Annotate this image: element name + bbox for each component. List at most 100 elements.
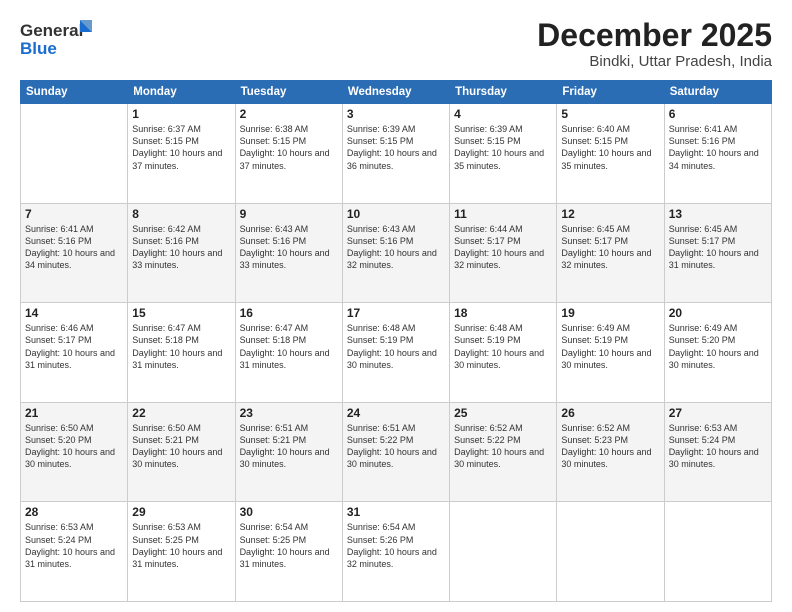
cell-info: Sunrise: 6:53 AMSunset: 5:25 PMDaylight:… (132, 521, 230, 570)
day-number: 12 (561, 207, 659, 221)
calendar-cell: 22 Sunrise: 6:50 AMSunset: 5:21 PMDayligh… (128, 402, 235, 502)
location-subtitle: Bindki, Uttar Pradesh, India (537, 53, 772, 70)
logo: GeneralBlue (20, 18, 100, 60)
cell-info: Sunrise: 6:37 AMSunset: 5:15 PMDaylight:… (132, 123, 230, 172)
col-tuesday: Tuesday (235, 81, 342, 104)
day-number: 19 (561, 306, 659, 320)
svg-text:Blue: Blue (20, 39, 57, 58)
cell-info: Sunrise: 6:49 AMSunset: 5:20 PMDaylight:… (669, 322, 767, 371)
header: GeneralBlue December 2025 Bindki, Uttar … (20, 18, 772, 70)
calendar-week-row: 7Sunrise: 6:41 AMSunset: 5:16 PMDaylight… (21, 203, 772, 303)
calendar-cell: 26 Sunrise: 6:52 AMSunset: 5:23 PMDayligh… (557, 402, 664, 502)
calendar-cell: 16Sunrise: 6:47 AMSunset: 5:18 PMDayligh… (235, 303, 342, 403)
cell-info: Sunrise: 6:50 AMSunset: 5:20 PMDaylight:… (25, 422, 123, 471)
calendar-week-row: 14 Sunrise: 6:46 AMSunset: 5:17 PMDayligh… (21, 303, 772, 403)
calendar-cell: 1 Sunrise: 6:37 AMSunset: 5:15 PMDaylight… (128, 104, 235, 204)
calendar-cell (664, 502, 771, 602)
day-number: 6 (669, 107, 767, 121)
day-number: 4 (454, 107, 552, 121)
day-number: 9 (240, 207, 338, 221)
cell-info: Sunrise: 6:48 AMSunset: 5:19 PMDaylight:… (454, 322, 552, 371)
day-number: 28 (25, 505, 123, 519)
day-number: 18 (454, 306, 552, 320)
calendar-cell: 11 Sunrise: 6:44 AMSunset: 5:17 PMDayligh… (450, 203, 557, 303)
logo-svg: GeneralBlue (20, 18, 100, 60)
col-sunday: Sunday (21, 81, 128, 104)
cell-info: Sunrise: 6:43 AMSunset: 5:16 PMDaylight:… (347, 223, 445, 272)
day-number: 24 (347, 406, 445, 420)
cell-info: Sunrise: 6:41 AMSunset: 5:16 PMDaylight:… (669, 123, 767, 172)
calendar-cell: 21Sunrise: 6:50 AMSunset: 5:20 PMDayligh… (21, 402, 128, 502)
day-number: 17 (347, 306, 445, 320)
calendar-cell: 23 Sunrise: 6:51 AMSunset: 5:21 PMDayligh… (235, 402, 342, 502)
day-number: 11 (454, 207, 552, 221)
day-number: 13 (669, 207, 767, 221)
day-number: 15 (132, 306, 230, 320)
day-number: 2 (240, 107, 338, 121)
calendar-week-row: 1 Sunrise: 6:37 AMSunset: 5:15 PMDaylight… (21, 104, 772, 204)
cell-info: Sunrise: 6:45 AMSunset: 5:17 PMDaylight:… (669, 223, 767, 272)
cell-info: Sunrise: 6:50 AMSunset: 5:21 PMDaylight:… (132, 422, 230, 471)
calendar-week-row: 28 Sunrise: 6:53 AMSunset: 5:24 PMDayligh… (21, 502, 772, 602)
month-title: December 2025 (537, 18, 772, 53)
cell-info: Sunrise: 6:54 AMSunset: 5:25 PMDaylight:… (240, 521, 338, 570)
col-monday: Monday (128, 81, 235, 104)
cell-info: Sunrise: 6:39 AMSunset: 5:15 PMDaylight:… (347, 123, 445, 172)
calendar-cell: 8Sunrise: 6:42 AMSunset: 5:16 PMDaylight… (128, 203, 235, 303)
title-block: December 2025 Bindki, Uttar Pradesh, Ind… (537, 18, 772, 70)
day-number: 22 (132, 406, 230, 420)
calendar-cell: 25 Sunrise: 6:52 AMSunset: 5:22 PMDayligh… (450, 402, 557, 502)
cell-info: Sunrise: 6:45 AMSunset: 5:17 PMDaylight:… (561, 223, 659, 272)
day-number: 26 (561, 406, 659, 420)
calendar-cell: 6 Sunrise: 6:41 AMSunset: 5:16 PMDaylight… (664, 104, 771, 204)
day-number: 31 (347, 505, 445, 519)
cell-info: Sunrise: 6:52 AMSunset: 5:22 PMDaylight:… (454, 422, 552, 471)
calendar-cell: 29Sunrise: 6:53 AMSunset: 5:25 PMDayligh… (128, 502, 235, 602)
calendar-cell: 7Sunrise: 6:41 AMSunset: 5:16 PMDaylight… (21, 203, 128, 303)
cell-info: Sunrise: 6:51 AMSunset: 5:21 PMDaylight:… (240, 422, 338, 471)
calendar-cell (557, 502, 664, 602)
calendar-cell: 3 Sunrise: 6:39 AMSunset: 5:15 PMDaylight… (342, 104, 449, 204)
cell-info: Sunrise: 6:40 AMSunset: 5:15 PMDaylight:… (561, 123, 659, 172)
day-number: 7 (25, 207, 123, 221)
col-saturday: Saturday (664, 81, 771, 104)
calendar-week-row: 21Sunrise: 6:50 AMSunset: 5:20 PMDayligh… (21, 402, 772, 502)
cell-info: Sunrise: 6:47 AMSunset: 5:18 PMDaylight:… (132, 322, 230, 371)
cell-info: Sunrise: 6:39 AMSunset: 5:15 PMDaylight:… (454, 123, 552, 172)
page: GeneralBlue December 2025 Bindki, Uttar … (0, 0, 792, 612)
calendar-cell: 13 Sunrise: 6:45 AMSunset: 5:17 PMDayligh… (664, 203, 771, 303)
calendar-table: Sunday Monday Tuesday Wednesday Thursday… (20, 80, 772, 602)
day-number: 5 (561, 107, 659, 121)
cell-info: Sunrise: 6:46 AMSunset: 5:17 PMDaylight:… (25, 322, 123, 371)
cell-info: Sunrise: 6:38 AMSunset: 5:15 PMDaylight:… (240, 123, 338, 172)
calendar-cell (450, 502, 557, 602)
day-number: 20 (669, 306, 767, 320)
calendar-header-row: Sunday Monday Tuesday Wednesday Thursday… (21, 81, 772, 104)
calendar-cell (21, 104, 128, 204)
calendar-cell: 20 Sunrise: 6:49 AMSunset: 5:20 PMDayligh… (664, 303, 771, 403)
calendar-cell: 5 Sunrise: 6:40 AMSunset: 5:15 PMDaylight… (557, 104, 664, 204)
cell-info: Sunrise: 6:44 AMSunset: 5:17 PMDaylight:… (454, 223, 552, 272)
cell-info: Sunrise: 6:43 AMSunset: 5:16 PMDaylight:… (240, 223, 338, 272)
col-thursday: Thursday (450, 81, 557, 104)
cell-info: Sunrise: 6:51 AMSunset: 5:22 PMDaylight:… (347, 422, 445, 471)
cell-info: Sunrise: 6:53 AMSunset: 5:24 PMDaylight:… (25, 521, 123, 570)
day-number: 3 (347, 107, 445, 121)
day-number: 23 (240, 406, 338, 420)
calendar-cell: 18 Sunrise: 6:48 AMSunset: 5:19 PMDayligh… (450, 303, 557, 403)
day-number: 10 (347, 207, 445, 221)
day-number: 1 (132, 107, 230, 121)
calendar-cell: 17 Sunrise: 6:48 AMSunset: 5:19 PMDayligh… (342, 303, 449, 403)
day-number: 25 (454, 406, 552, 420)
cell-info: Sunrise: 6:48 AMSunset: 5:19 PMDaylight:… (347, 322, 445, 371)
day-number: 14 (25, 306, 123, 320)
cell-info: Sunrise: 6:49 AMSunset: 5:19 PMDaylight:… (561, 322, 659, 371)
calendar-cell: 19 Sunrise: 6:49 AMSunset: 5:19 PMDayligh… (557, 303, 664, 403)
day-number: 8 (132, 207, 230, 221)
day-number: 30 (240, 505, 338, 519)
cell-info: Sunrise: 6:52 AMSunset: 5:23 PMDaylight:… (561, 422, 659, 471)
col-wednesday: Wednesday (342, 81, 449, 104)
calendar-cell: 31Sunrise: 6:54 AMSunset: 5:26 PMDayligh… (342, 502, 449, 602)
day-number: 27 (669, 406, 767, 420)
calendar-cell: 12 Sunrise: 6:45 AMSunset: 5:17 PMDayligh… (557, 203, 664, 303)
